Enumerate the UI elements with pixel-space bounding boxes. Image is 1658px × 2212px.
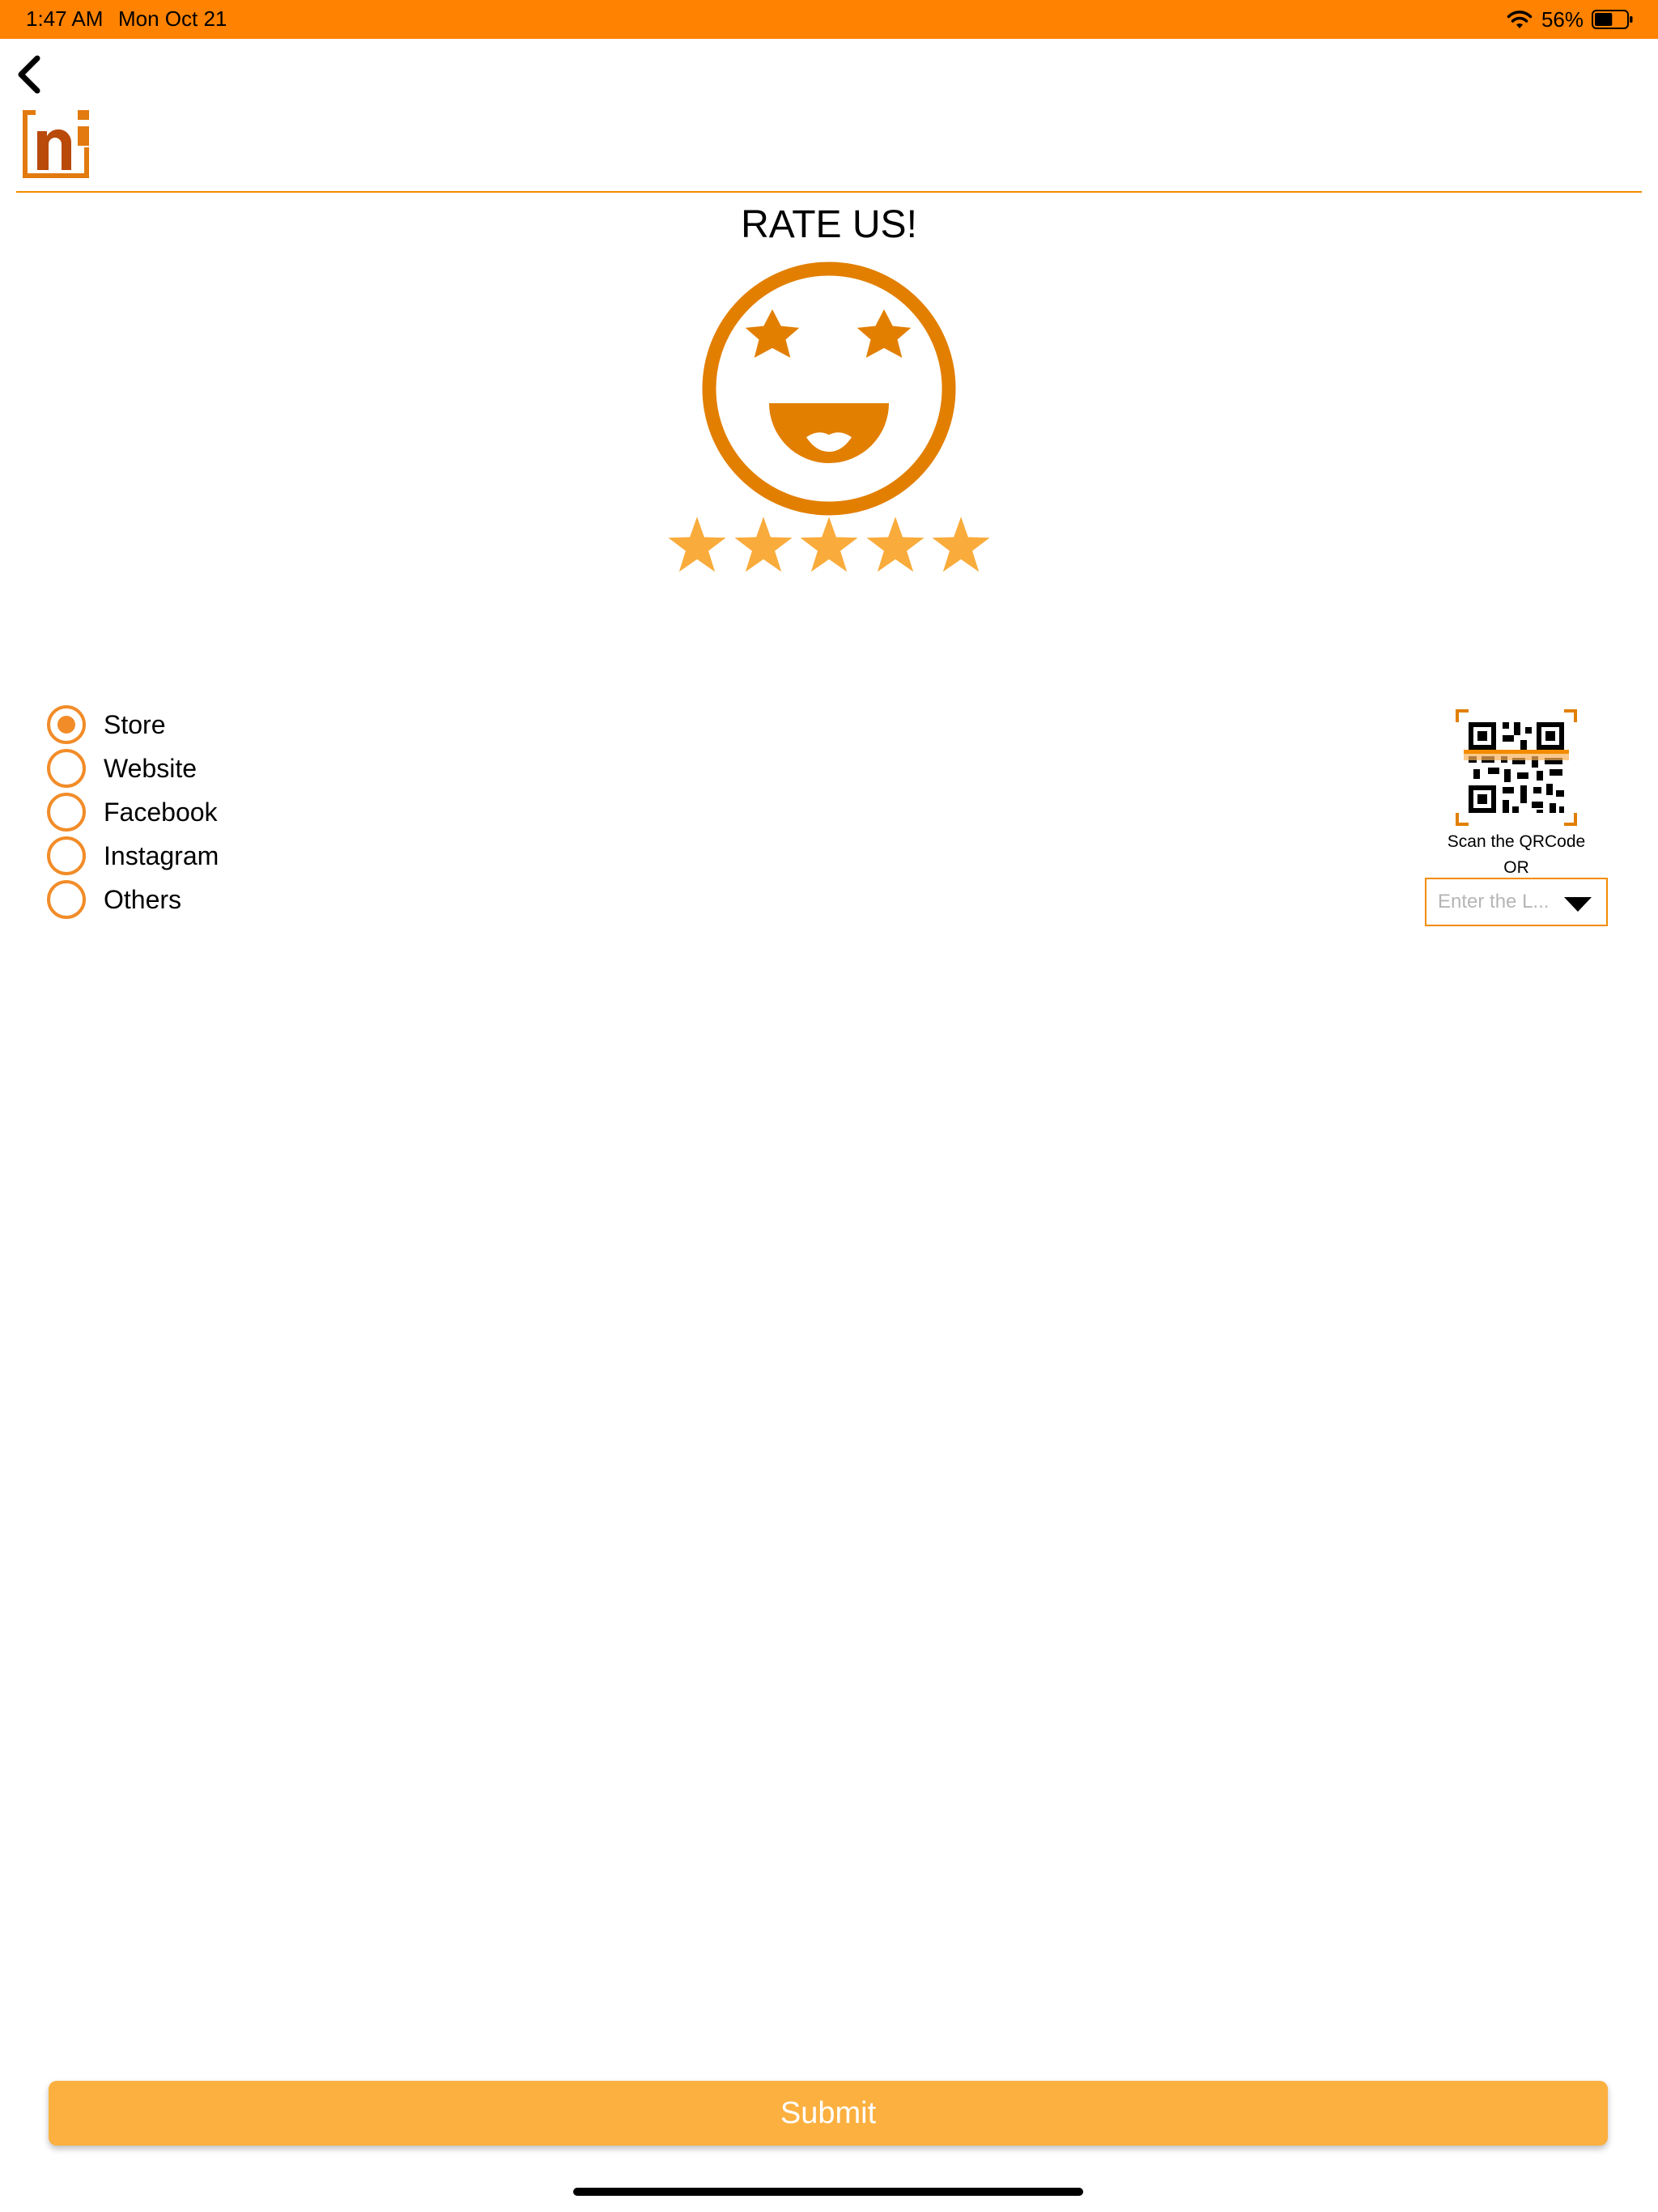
- qr-or-text: OR: [1503, 858, 1529, 877]
- radio-label: Facebook: [104, 797, 218, 827]
- radio-option-store[interactable]: Store: [47, 703, 219, 747]
- star-icon[interactable]: [733, 515, 793, 575]
- radio-option-instagram[interactable]: Instagram: [47, 834, 219, 878]
- status-date: Mon Oct 21: [118, 6, 227, 31]
- qr-caption: Scan the QRCode: [1447, 832, 1586, 851]
- star-icon[interactable]: [865, 515, 925, 575]
- brand-logo: [23, 110, 89, 178]
- battery-icon: [1592, 10, 1633, 29]
- qr-scan-block: Scan the QRCode OR: [1441, 709, 1592, 878]
- status-bar: 1:47 AM Mon Oct 21 56%: [0, 0, 1658, 39]
- home-indicator: [573, 2188, 1083, 2196]
- location-select[interactable]: [1425, 878, 1608, 926]
- star-rating[interactable]: [667, 515, 991, 580]
- status-indicators: 56%: [1506, 6, 1634, 32]
- radio-label: Instagram: [104, 840, 219, 870]
- star-icon[interactable]: [931, 515, 991, 575]
- page-title: RATE US!: [741, 203, 917, 246]
- radio-button[interactable]: [47, 880, 86, 919]
- face-star-right: [857, 309, 912, 358]
- radio-label: Store: [104, 709, 166, 739]
- header-divider: [16, 191, 1642, 193]
- star-icon[interactable]: [799, 515, 859, 575]
- location-input[interactable]: [1438, 879, 1559, 925]
- radio-label: Website: [104, 753, 198, 783]
- radio-button[interactable]: [47, 836, 86, 875]
- source-options: Store Website Facebook Instagram Others: [47, 703, 219, 921]
- radio-button[interactable]: [47, 705, 86, 744]
- dropdown-arrow-icon[interactable]: [1564, 897, 1592, 912]
- radio-button[interactable]: [47, 749, 86, 788]
- status-time: 1:47 AM: [26, 6, 104, 31]
- qr-code-scan-icon[interactable]: [1456, 709, 1577, 826]
- back-button[interactable]: [10, 50, 49, 99]
- radio-label: Others: [104, 884, 182, 914]
- star-eyes-smiley-icon: [702, 262, 956, 516]
- face-star-left: [745, 309, 800, 358]
- radio-option-website[interactable]: Website: [47, 747, 219, 790]
- star-icon[interactable]: [667, 515, 727, 575]
- submit-button[interactable]: Submit: [49, 2081, 1608, 2146]
- battery-percent: 56%: [1541, 6, 1584, 32]
- chevron-left-icon: [18, 55, 40, 94]
- radio-option-others[interactable]: Others: [47, 878, 219, 921]
- wifi-icon: [1507, 11, 1533, 28]
- radio-option-facebook[interactable]: Facebook: [47, 790, 219, 834]
- radio-button[interactable]: [47, 793, 86, 832]
